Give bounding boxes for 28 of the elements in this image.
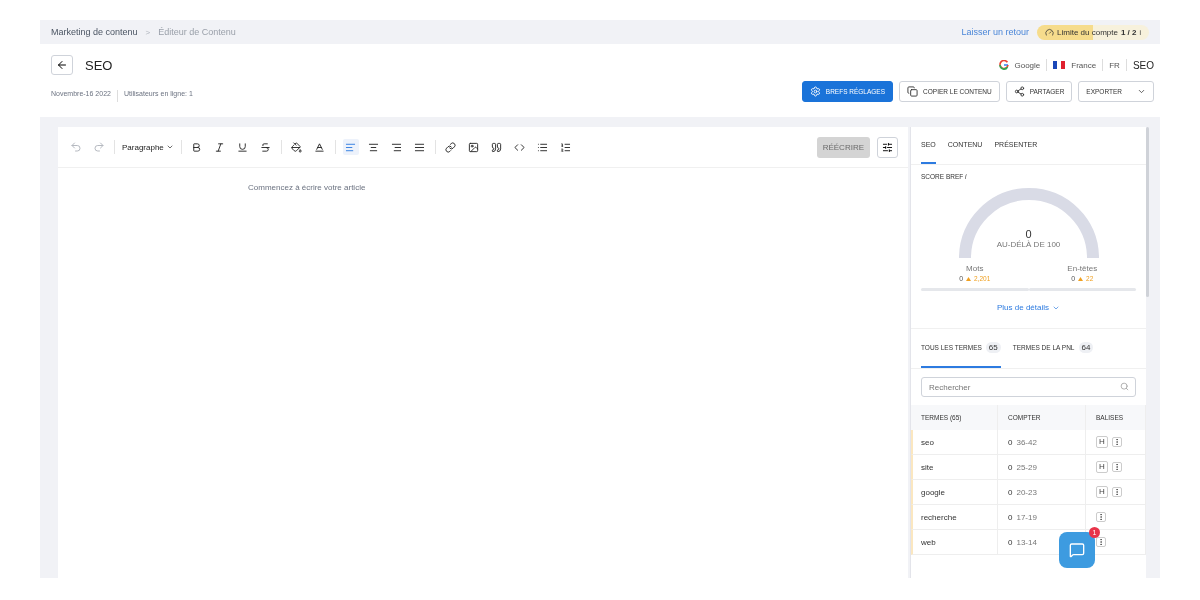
score-value: 0 — [1025, 228, 1032, 240]
score-caption: AU-DÉLÀ DE 100 — [996, 240, 1061, 249]
term-cell: recherche — [911, 505, 998, 530]
tags-cell: H — [1086, 455, 1146, 480]
block-style-dropdown[interactable]: Paragraphe — [122, 142, 174, 152]
term-cell: seo — [911, 430, 998, 455]
count-cell: 0 25-29 — [998, 455, 1086, 480]
context-label: Google — [1014, 60, 1041, 70]
editor-placeholder[interactable]: Commencez à écrire votre article — [248, 183, 366, 192]
context-label: SEO — [1132, 59, 1154, 71]
page-title: SEO — [85, 57, 113, 73]
stat-label: En-têtes — [1067, 264, 1098, 273]
more-details-link[interactable]: Plus de détails — [997, 303, 1060, 312]
feedback-link[interactable]: Laisser un retour — [961, 27, 1029, 37]
count-cell: 0 17-19 — [998, 505, 1086, 530]
stat-label: Mots — [966, 264, 984, 273]
count-cell: 0 20-23 — [998, 480, 1086, 505]
count-cell: 0 36-42 — [998, 430, 1086, 455]
term-cell: google — [911, 480, 998, 505]
context-label: France — [1071, 60, 1097, 70]
term-cell: site — [911, 455, 998, 480]
breadcrumb-separator: > — [145, 27, 151, 37]
tags-cell: H — [1086, 430, 1146, 455]
context-label: FR — [1109, 60, 1120, 70]
tags-cell: H — [1086, 480, 1146, 505]
search-field[interactable]: Rechercher — [921, 377, 1136, 397]
breadcrumb-link[interactable]: Marketing de contenu — [51, 27, 138, 37]
term-cell: web — [911, 530, 998, 555]
